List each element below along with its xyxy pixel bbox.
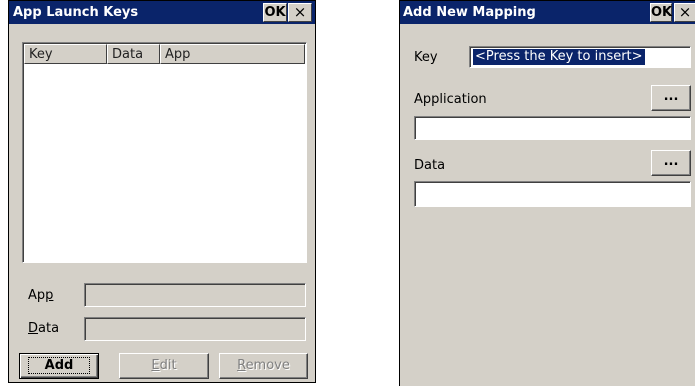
application-label: Application bbox=[414, 92, 487, 107]
column-header-data[interactable]: Data bbox=[107, 44, 160, 64]
app-field[interactable] bbox=[84, 283, 306, 307]
add-new-mapping-window: Add New Mapping OK × Key <Press the Key … bbox=[399, 0, 695, 386]
ok-button[interactable]: OK bbox=[263, 3, 287, 22]
data-field[interactable] bbox=[84, 317, 306, 341]
remove-button[interactable]: Remove bbox=[219, 353, 308, 379]
list-header: Key Data App bbox=[24, 44, 305, 64]
key-label: Key bbox=[414, 50, 438, 65]
data-browse-button[interactable]: ... bbox=[651, 150, 691, 176]
data-field[interactable] bbox=[414, 181, 691, 207]
add-button-label: Add bbox=[25, 354, 94, 377]
application-field[interactable] bbox=[414, 116, 691, 140]
edit-button[interactable]: Edit bbox=[119, 353, 209, 379]
column-header-app[interactable]: App bbox=[160, 44, 305, 64]
column-header-key[interactable]: Key bbox=[24, 44, 107, 64]
application-browse-button[interactable]: ... bbox=[651, 85, 691, 111]
key-input[interactable]: <Press the Key to insert> bbox=[469, 46, 691, 68]
app-launch-keys-window: App Launch Keys OK × Key Data App App Da… bbox=[8, 0, 316, 383]
add-button[interactable]: Add bbox=[19, 353, 99, 379]
data-label: Data bbox=[414, 158, 446, 173]
window-title: App Launch Keys bbox=[13, 5, 139, 20]
window-title: Add New Mapping bbox=[403, 5, 536, 20]
close-icon[interactable]: × bbox=[288, 3, 312, 22]
app-label: App bbox=[28, 288, 54, 303]
key-mapping-list[interactable]: Key Data App bbox=[22, 42, 307, 263]
title-bar: Add New Mapping OK × bbox=[400, 1, 695, 24]
ok-button[interactable]: OK bbox=[650, 3, 672, 22]
close-icon[interactable]: × bbox=[674, 3, 695, 22]
data-label: Data bbox=[28, 321, 60, 336]
key-input-value: <Press the Key to insert> bbox=[473, 49, 645, 65]
title-bar: App Launch Keys OK × bbox=[9, 1, 315, 24]
